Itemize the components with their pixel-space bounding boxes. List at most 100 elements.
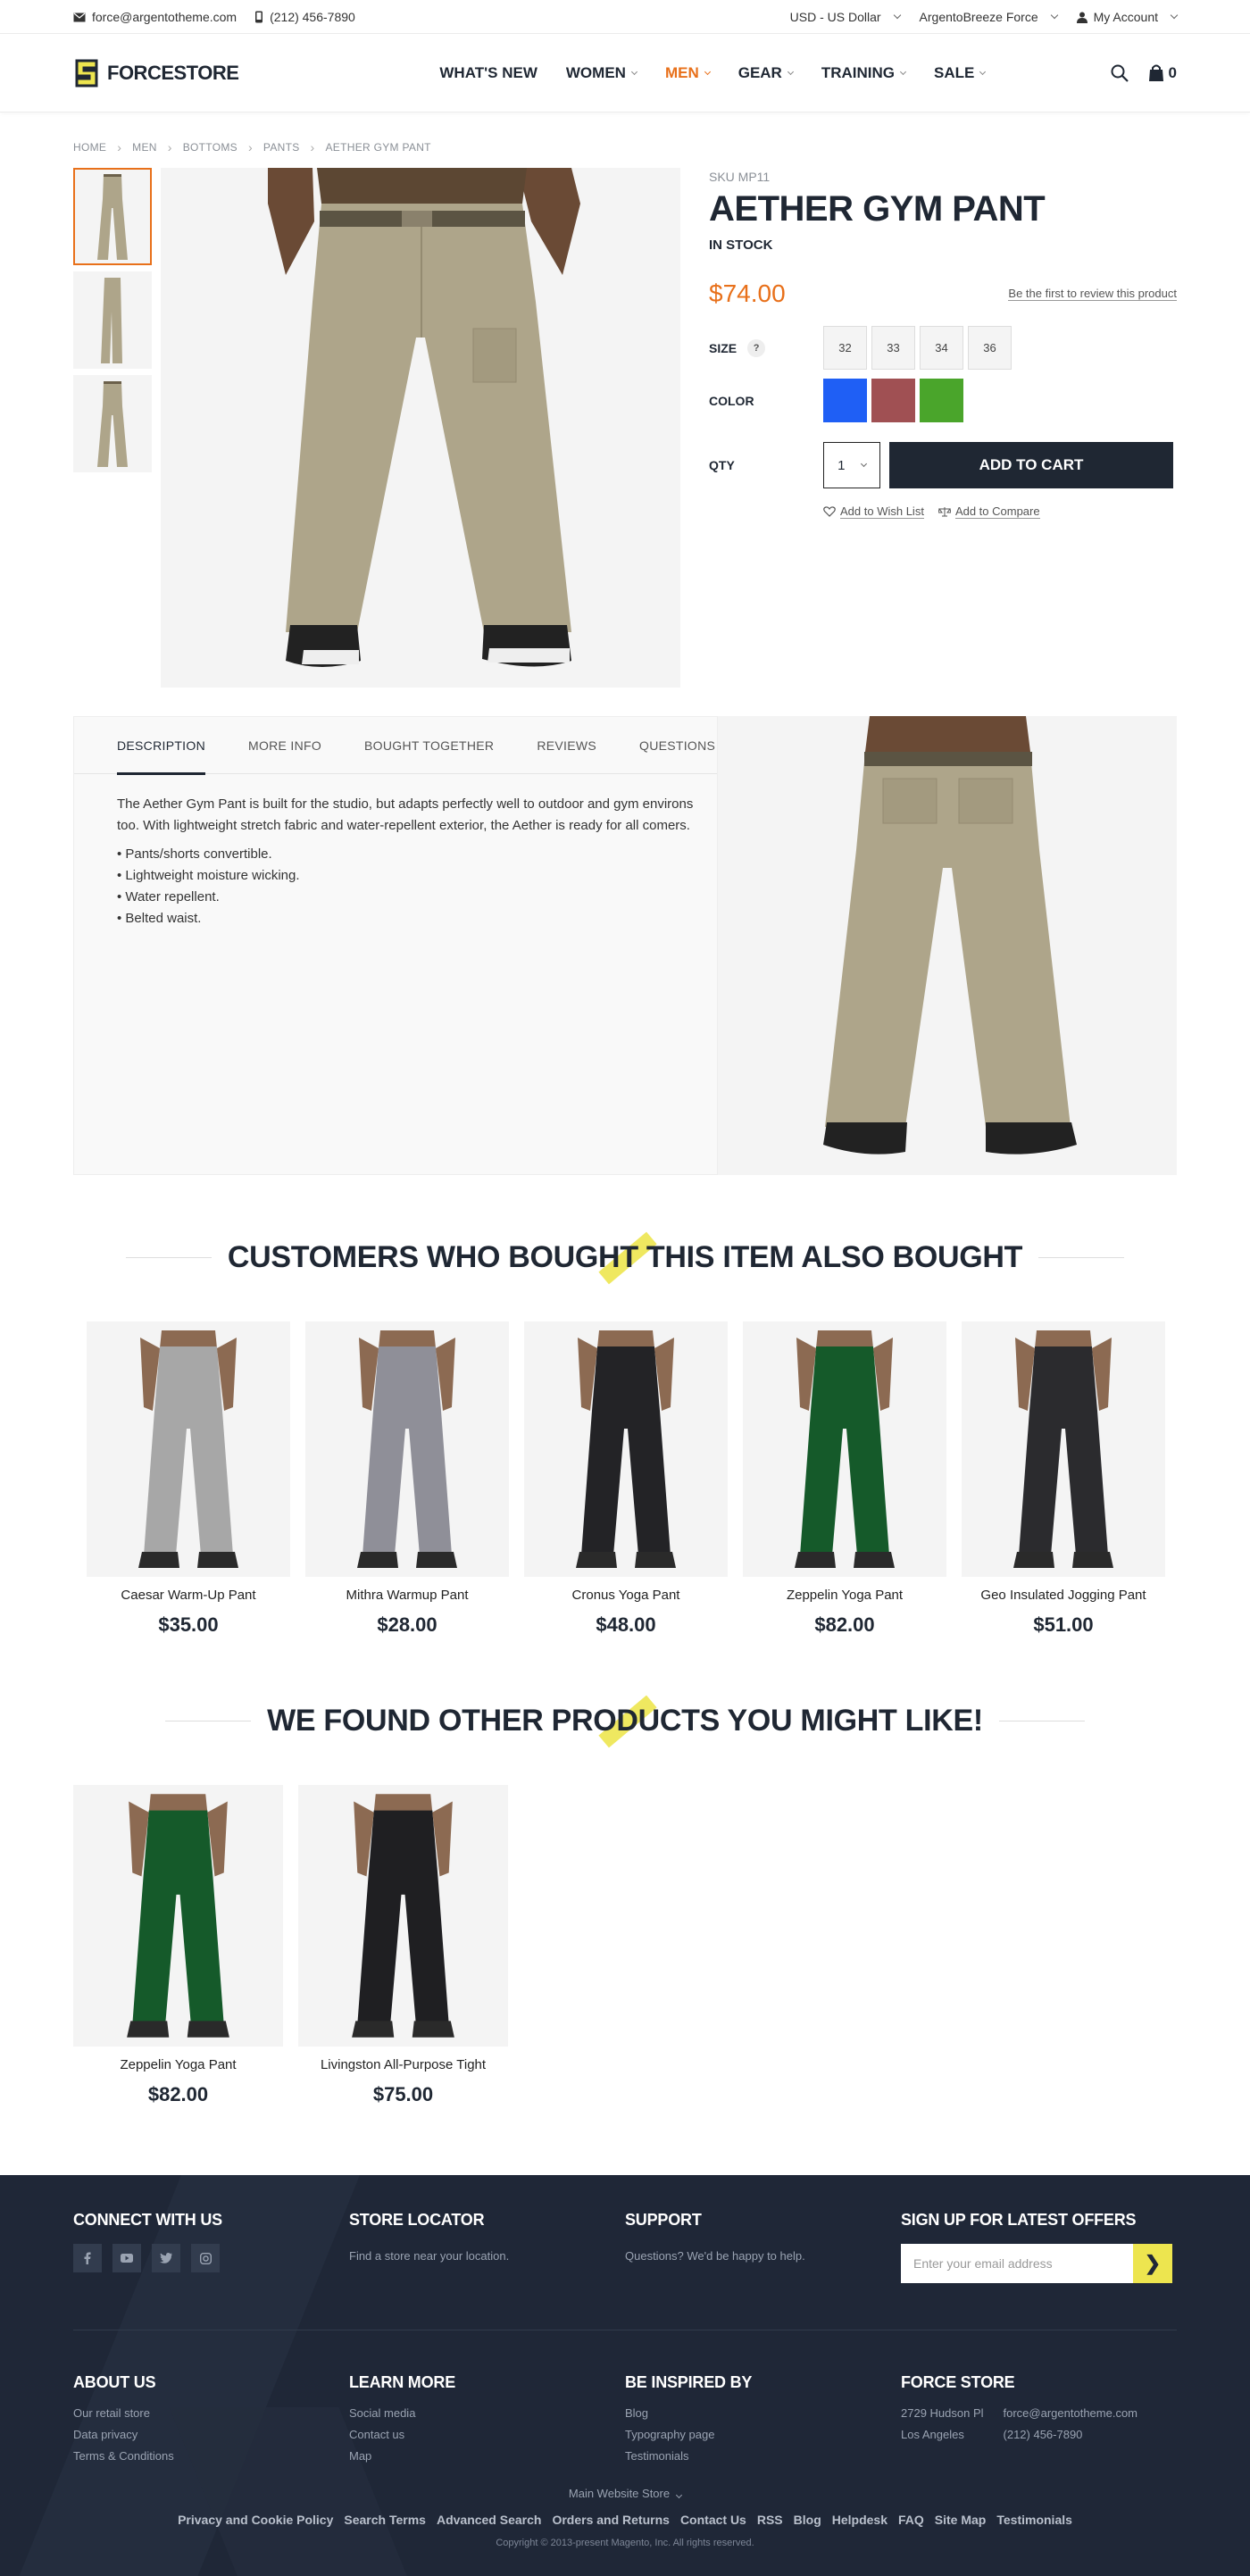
product-card[interactable]: Caesar Warm-Up Pant $35.00	[87, 1321, 290, 1637]
product-card-image[interactable]	[524, 1321, 728, 1577]
product-card-name[interactable]: Livingston All-Purpose Tight	[298, 2057, 508, 2072]
footer-bottom-link[interactable]: Testimonials	[996, 2513, 1072, 2527]
nav-men[interactable]: MEN	[665, 64, 711, 82]
product-card-name[interactable]: Geo Insulated Jogging Pant	[962, 1588, 1165, 1603]
newsletter-submit-button[interactable]: ❯	[1133, 2244, 1172, 2283]
size-option[interactable]: 36	[968, 326, 1012, 370]
color-swatch-red[interactable]	[871, 379, 915, 422]
product-card-name[interactable]: Cronus Yoga Pant	[524, 1588, 728, 1603]
store-email[interactable]: force@argentotheme.com	[1004, 2403, 1138, 2424]
size-option[interactable]: 32	[823, 326, 867, 370]
footer-link[interactable]: Terms & Conditions	[73, 2446, 349, 2467]
product-card-image[interactable]	[962, 1321, 1165, 1577]
review-link[interactable]: Be the first to review this product	[1008, 287, 1177, 301]
footer-link[interactable]: Map	[349, 2446, 625, 2467]
tab-description[interactable]: DESCRIPTION	[117, 717, 205, 775]
main-product-image[interactable]	[161, 168, 680, 688]
breadcrumb-home[interactable]: HOME	[73, 141, 106, 154]
youtube-icon[interactable]	[112, 2244, 141, 2272]
footer-bottom-link[interactable]: Orders and Returns	[552, 2513, 669, 2527]
footer-bottom-link[interactable]: RSS	[757, 2513, 783, 2527]
store-switcher[interactable]: ArgentoBreeze Force	[920, 10, 1058, 24]
instagram-icon[interactable]	[191, 2244, 220, 2272]
footer-link[interactable]: Contact us	[349, 2424, 625, 2446]
product-card[interactable]: Mithra Warmup Pant $28.00	[305, 1321, 509, 1637]
footer-bottom-link[interactable]: FAQ	[898, 2513, 924, 2527]
facebook-icon[interactable]	[73, 2244, 102, 2272]
color-swatch-blue[interactable]	[823, 379, 867, 422]
thumbnail[interactable]	[73, 168, 152, 265]
product-card[interactable]: Zeppelin Yoga Pant $82.00	[743, 1321, 946, 1637]
topbar-phone[interactable]: (212) 456-7890	[254, 10, 355, 24]
qty-select[interactable]: 1	[823, 442, 880, 488]
topbar-email[interactable]: force@argentotheme.com	[73, 10, 237, 24]
product-card[interactable]: Zeppelin Yoga Pant $82.00	[73, 1785, 283, 2106]
breadcrumb-bottoms[interactable]: BOTTOMS	[183, 141, 238, 154]
product-card-image[interactable]	[305, 1321, 509, 1577]
footer-link[interactable]: Testimonials	[625, 2446, 901, 2467]
nav-gear[interactable]: GEAR	[738, 64, 794, 82]
store-phone[interactable]: (212) 456-7890	[1004, 2424, 1138, 2446]
tab-more-info[interactable]: MORE INFO	[248, 717, 321, 774]
footer-link[interactable]: Our retail store	[73, 2403, 349, 2424]
divider	[165, 1720, 252, 1722]
footer-link[interactable]: Blog	[625, 2403, 901, 2424]
product-card-name[interactable]: Caesar Warm-Up Pant	[87, 1588, 290, 1603]
product-card-image[interactable]	[87, 1321, 290, 1577]
store-switcher-footer[interactable]: Main Website Store	[73, 2487, 1177, 2500]
product-card[interactable]: Cronus Yoga Pant $48.00	[524, 1321, 728, 1637]
footer-link[interactable]: Typography page	[625, 2424, 901, 2446]
logo[interactable]: FORCESTORE	[73, 59, 239, 88]
product-card-name[interactable]: Zeppelin Yoga Pant	[743, 1588, 946, 1603]
product-card-image[interactable]	[73, 1785, 283, 2047]
wishlist-link[interactable]: Add to Wish List	[823, 504, 924, 519]
footer-bottom-link[interactable]: Contact Us	[680, 2513, 746, 2527]
nav-training[interactable]: TRAINING	[821, 64, 907, 82]
search-icon[interactable]	[1111, 64, 1129, 82]
footer-bottom-link[interactable]: Advanced Search	[437, 2513, 542, 2527]
product-card-name[interactable]: Mithra Warmup Pant	[305, 1588, 509, 1603]
size-help-icon[interactable]: ?	[747, 338, 766, 357]
support-link[interactable]: Questions? We'd be happy to help.	[625, 2246, 901, 2267]
product-card-price: $82.00	[147, 2083, 209, 2105]
color-options	[823, 379, 963, 422]
size-option[interactable]: 33	[871, 326, 915, 370]
twitter-icon[interactable]	[152, 2244, 180, 2272]
footer-bottom-link[interactable]: Privacy and Cookie Policy	[178, 2513, 333, 2527]
product-card[interactable]: Livingston All-Purpose Tight $75.00	[298, 1785, 508, 2106]
size-option[interactable]: 34	[920, 326, 963, 370]
product-card-price: $28.00	[377, 1613, 438, 1636]
heart-icon	[823, 506, 836, 517]
product-card-image[interactable]	[298, 1785, 508, 2047]
newsletter-email-input[interactable]: Enter your email address	[901, 2244, 1133, 2283]
footer-bottom-link[interactable]: Blog	[794, 2513, 821, 2527]
tab-bought-together[interactable]: BOUGHT TOGETHER	[364, 717, 494, 774]
breadcrumb-men[interactable]: MEN	[132, 141, 157, 154]
account-menu[interactable]: My Account	[1076, 10, 1179, 24]
product-card-image[interactable]	[743, 1321, 946, 1577]
product-card[interactable]: Geo Insulated Jogging Pant $51.00	[962, 1321, 1165, 1637]
footer-link[interactable]: Data privacy	[73, 2424, 349, 2446]
nav-whats-new[interactable]: WHAT'S NEW	[439, 64, 538, 82]
nav-sale[interactable]: SALE	[934, 64, 987, 82]
breadcrumb-pants[interactable]: PANTS	[263, 141, 300, 154]
store-locator-link[interactable]: Find a store near your location.	[349, 2246, 625, 2267]
also-bought-heading: CUSTOMERS WHO BOUGHT THIS ITEM ALSO BOUG…	[227, 1239, 1023, 1274]
product-card-name[interactable]: Zeppelin Yoga Pant	[73, 2057, 283, 2072]
size-label: SIZE	[709, 340, 738, 355]
add-to-cart-button[interactable]: ADD TO CART	[889, 442, 1173, 488]
footer-bottom-link[interactable]: Helpdesk	[832, 2513, 888, 2527]
footer-bottom-link[interactable]: Site Map	[935, 2513, 987, 2527]
color-swatch-green[interactable]	[920, 379, 963, 422]
thumbnail[interactable]	[73, 271, 152, 369]
thumbnail[interactable]	[73, 375, 152, 472]
wishlist-label: Add to Wish List	[840, 504, 924, 519]
minicart[interactable]: 0	[1148, 64, 1177, 82]
footer-link[interactable]: Social media	[349, 2403, 625, 2424]
tab-reviews[interactable]: REVIEWS	[537, 717, 596, 774]
footer-bottom-link[interactable]: Search Terms	[344, 2513, 426, 2527]
currency-switcher[interactable]: USD - US Dollar	[790, 10, 901, 24]
tab-questions[interactable]: QUESTIONS	[639, 717, 715, 774]
nav-women[interactable]: WOMEN	[566, 64, 638, 82]
compare-link[interactable]: Add to Compare	[938, 504, 1040, 519]
